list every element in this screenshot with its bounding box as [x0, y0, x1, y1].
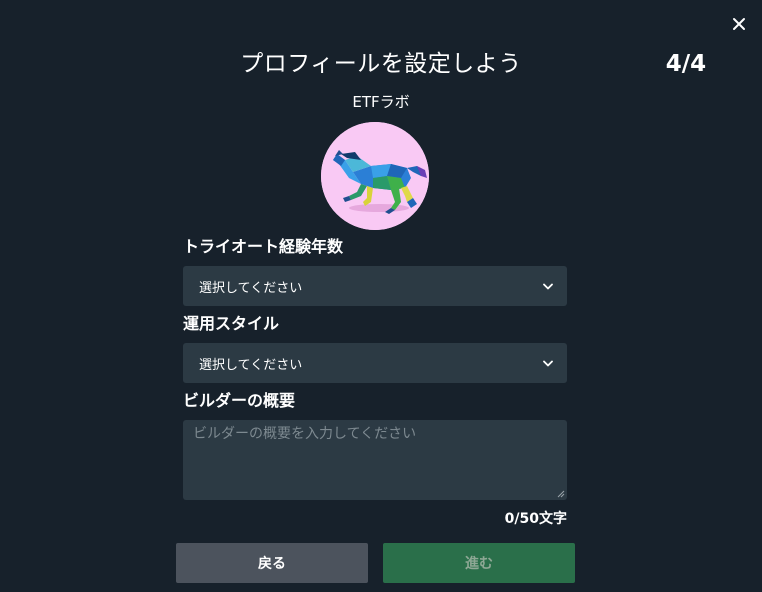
close-icon — [733, 18, 745, 30]
close-button[interactable] — [727, 10, 751, 38]
next-button-label: 進む — [465, 556, 493, 572]
summary-textarea[interactable]: ビルダーの概要を入力してください — [183, 420, 567, 500]
chevron-down-icon — [543, 360, 553, 366]
username: ETFラボ — [352, 93, 410, 111]
horse-avatar-icon — [321, 122, 429, 230]
resize-handle-icon[interactable] — [557, 490, 565, 498]
style-select-value: 選択してください — [199, 357, 303, 373]
next-button[interactable]: 進む — [383, 543, 575, 583]
step-indicator: 4/4 — [665, 51, 707, 77]
avatar — [321, 122, 429, 230]
experience-select-value: 選択してください — [199, 280, 303, 296]
experience-label: トライオート経験年数 — [183, 237, 344, 256]
character-counter: 0/50文字 — [504, 511, 567, 527]
back-button-label: 戻る — [258, 556, 286, 572]
back-button[interactable]: 戻る — [176, 543, 368, 583]
experience-select[interactable]: 選択してください — [183, 266, 567, 306]
style-select[interactable]: 選択してください — [183, 343, 567, 383]
chevron-down-icon — [543, 283, 553, 289]
summary-label: ビルダーの概要 — [183, 391, 296, 410]
summary-placeholder: ビルダーの概要を入力してください — [193, 426, 417, 442]
style-label: 運用スタイル — [183, 314, 280, 333]
